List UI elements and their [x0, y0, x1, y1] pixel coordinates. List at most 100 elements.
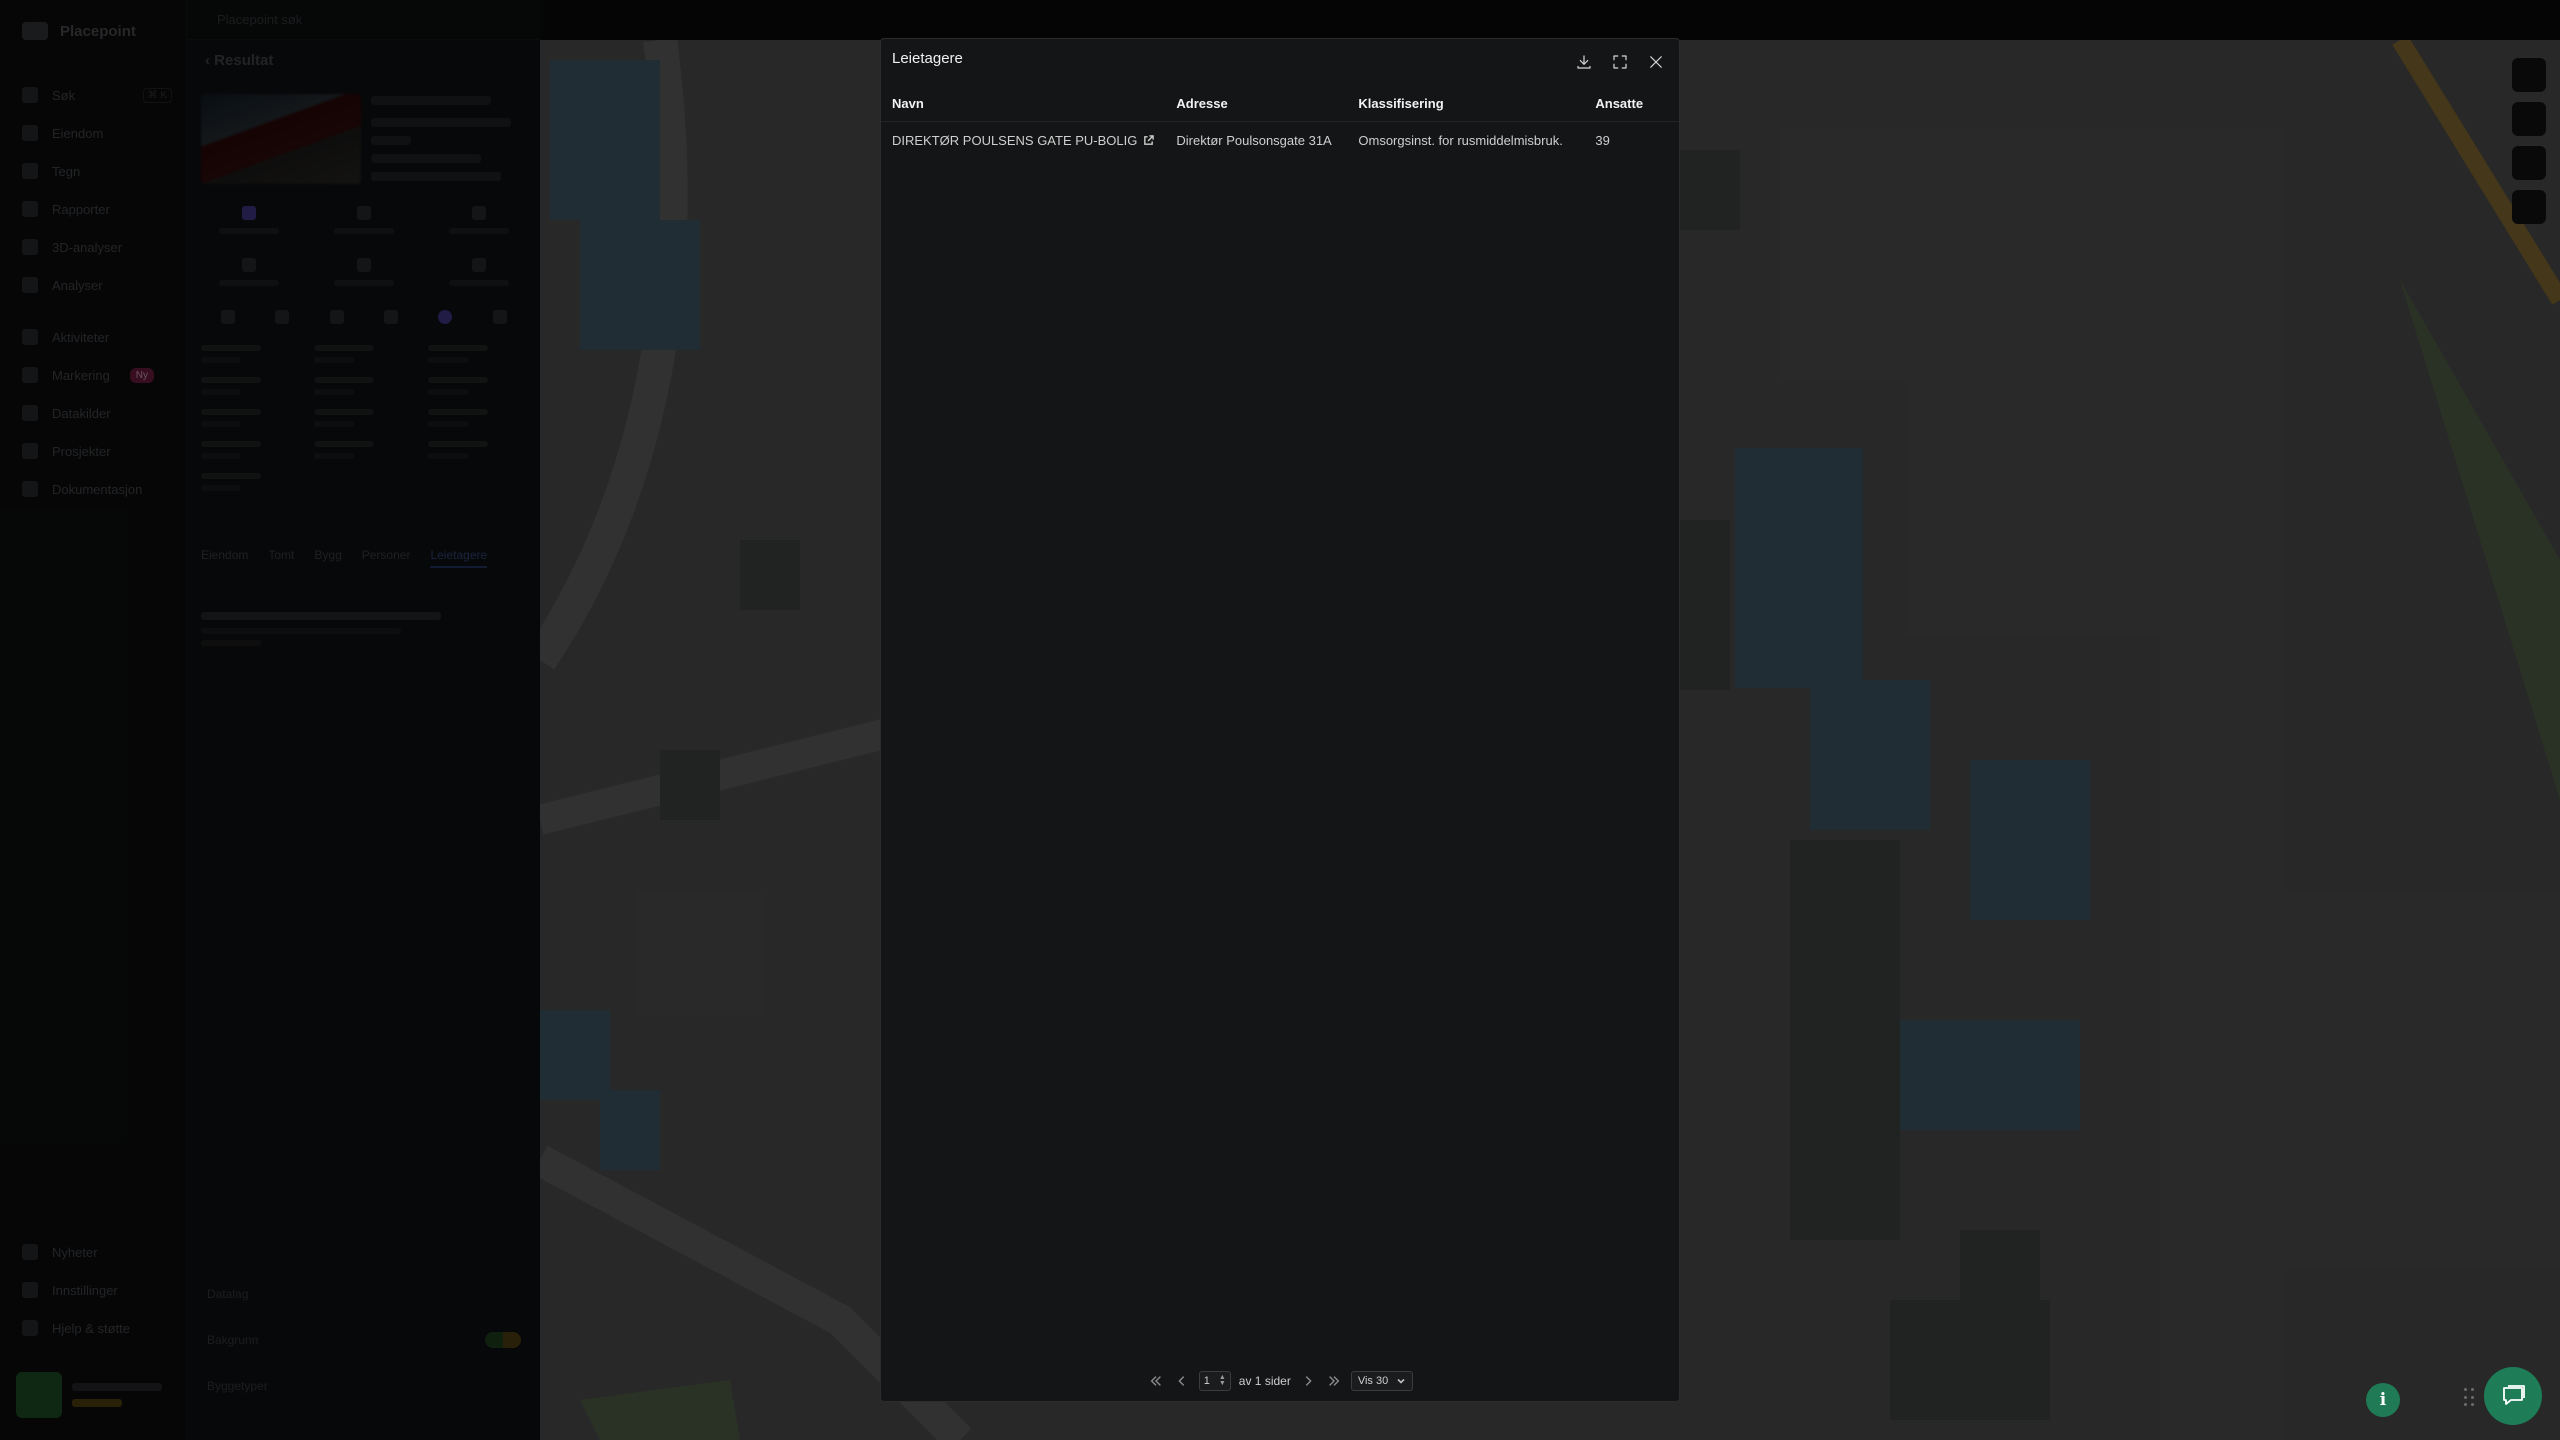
- tenant-employees-cell: 39: [1595, 132, 1610, 148]
- building-types-row[interactable]: Byggetyper: [187, 1362, 541, 1408]
- sidebar-item-docs[interactable]: Dokumentasjon: [22, 470, 172, 508]
- action-button[interactable]: [431, 258, 527, 302]
- tenant-name-link[interactable]: DIREKTØR POULSENS GATE PU-BOLIG: [892, 133, 1137, 148]
- tab-tenants[interactable]: Leietagere: [430, 548, 488, 568]
- logo-icon: [22, 22, 48, 40]
- sidebar-item-property[interactable]: Eiendom: [22, 114, 172, 152]
- map-zoom-control[interactable]: [2512, 58, 2546, 92]
- spinner-icon[interactable]: ▲ ▼: [1219, 1374, 1226, 1387]
- report-icon: [22, 201, 38, 217]
- property-facts: [201, 345, 527, 505]
- column-header-address[interactable]: Adresse: [1165, 87, 1348, 122]
- sidebar-item-label: Markering: [52, 367, 110, 383]
- last-page-button[interactable]: [1325, 1372, 1343, 1390]
- page-count-label: av 1 sider: [1238, 1374, 1291, 1388]
- info-button[interactable]: i: [2366, 1383, 2400, 1417]
- tool-icon[interactable]: [384, 310, 399, 324]
- sidebar-item-search[interactable]: Søk ⌘ K: [22, 76, 172, 114]
- pagination: 1 ▲ ▼ av 1 sider Vis 30: [881, 1371, 1679, 1391]
- action-button[interactable]: [316, 206, 412, 250]
- map-compass-control[interactable]: [2512, 190, 2546, 224]
- sidebar-item-datasources[interactable]: Datakilder: [22, 394, 172, 432]
- sidebar-item-help[interactable]: Hjelp & støtte: [22, 1309, 172, 1347]
- first-page-button[interactable]: [1147, 1372, 1165, 1390]
- tab-persons[interactable]: Personer: [362, 548, 411, 568]
- background-toggle[interactable]: [485, 1331, 521, 1348]
- external-link-icon[interactable]: [1143, 134, 1155, 145]
- tool-icon[interactable]: [438, 310, 453, 324]
- tool-icon[interactable]: [492, 310, 507, 324]
- expand-button[interactable]: [1605, 47, 1635, 77]
- map-layer-control[interactable]: [2512, 102, 2546, 136]
- sidebar: Placepoint Søk ⌘ K Eiendom Tegn Rapporter…: [0, 0, 186, 1440]
- sidebar-item-label: Aktiviteter: [52, 329, 110, 345]
- row-label: Byggetyper: [207, 1378, 268, 1393]
- pen-icon: [22, 163, 38, 179]
- layers-row[interactable]: Datalag: [187, 1270, 541, 1316]
- background-row[interactable]: Bakgrunn: [187, 1316, 541, 1362]
- sidebar-item-label: Prosjekter: [52, 443, 111, 459]
- news-icon: [22, 1244, 38, 1260]
- new-badge: Ny: [129, 367, 155, 383]
- brand[interactable]: Placepoint: [22, 22, 136, 40]
- column-header-classification[interactable]: Klassifisering: [1347, 87, 1585, 122]
- map-locate-control[interactable]: [2512, 146, 2546, 180]
- sidebar-item-analyses[interactable]: Analyser: [22, 266, 172, 304]
- tool-icon[interactable]: [329, 310, 344, 324]
- table-row[interactable]: DIREKTØR POULSENS GATE PU-BOLIG Direktør…: [881, 121, 1679, 159]
- sidebar-item-projects[interactable]: Prosjekter: [22, 432, 172, 470]
- close-button[interactable]: [1641, 47, 1671, 77]
- sidebar-bottom-nav: Nyheter Innstillinger Hjelp & støtte: [22, 1233, 172, 1347]
- drag-handle-icon[interactable]: [2464, 1388, 2476, 1408]
- column-header-employees[interactable]: Ansatte: [1584, 87, 1679, 122]
- search-input[interactable]: Placepoint søk: [217, 12, 302, 27]
- action-button[interactable]: [316, 258, 412, 302]
- user-account[interactable]: [16, 1370, 176, 1420]
- tab-property[interactable]: Eiendom: [201, 548, 248, 568]
- tab-plot[interactable]: Tomt: [268, 548, 294, 568]
- column-header-name[interactable]: Navn: [881, 87, 1166, 122]
- tenant-name-cell[interactable]: DIREKTØR POULSENS GATE PU-BOLIG: [881, 121, 1165, 159]
- more-icon: [472, 258, 486, 272]
- prev-page-button[interactable]: [1173, 1372, 1191, 1390]
- panel-search-bar[interactable]: Placepoint søk: [187, 0, 541, 40]
- report-icon: [357, 258, 371, 272]
- sidebar-item-activities[interactable]: Aktiviteter: [22, 318, 172, 356]
- database-icon: [22, 405, 38, 421]
- map-toolbar: [540, 0, 2560, 40]
- chevron-right-icon: [1305, 1376, 1312, 1386]
- action-button[interactable]: [201, 206, 297, 250]
- bookmark-icon: [472, 206, 486, 220]
- tool-icon[interactable]: [275, 310, 290, 324]
- layers-icon: [242, 258, 256, 272]
- back-button[interactable]: ‹ Resultat: [205, 52, 273, 69]
- action-button[interactable]: [201, 258, 297, 302]
- sidebar-item-label: Tegn: [52, 163, 81, 179]
- tab-buildings[interactable]: Bygg: [314, 548, 341, 568]
- sidebar-item-label: Dokumentasjon: [52, 481, 143, 497]
- chevron-down-icon: [1397, 1378, 1405, 1384]
- chat-button[interactable]: [2484, 1367, 2542, 1425]
- tool-icon[interactable]: [221, 310, 236, 324]
- double-chevron-left-icon: [1150, 1376, 1161, 1386]
- next-page-button[interactable]: [1299, 1372, 1317, 1390]
- page-size-select[interactable]: Vis 30: [1350, 1371, 1414, 1391]
- tenant-classification-cell: Omsorgsinst. for rusmiddelmisbruk.: [1358, 132, 1563, 148]
- building-icon: [22, 125, 38, 141]
- tenant-preview[interactable]: [201, 612, 441, 652]
- sidebar-item-3d[interactable]: 3D-analyser: [22, 228, 172, 266]
- close-icon: [1650, 56, 1662, 68]
- gear-icon: [22, 1282, 38, 1298]
- brand-name: Placepoint: [60, 22, 136, 40]
- modal-actions: [1569, 47, 1671, 77]
- cube-icon: [22, 239, 38, 255]
- sidebar-item-news[interactable]: Nyheter: [22, 1233, 172, 1271]
- page-number-input[interactable]: 1 ▲ ▼: [1198, 1371, 1231, 1391]
- sidebar-item-draw[interactable]: Tegn: [22, 152, 172, 190]
- download-button[interactable]: [1569, 47, 1599, 77]
- action-button[interactable]: [431, 206, 527, 250]
- sidebar-item-reports[interactable]: Rapporter: [22, 190, 172, 228]
- panel-tabs: Eiendom Tomt Bygg Personer Leietagere: [201, 548, 488, 568]
- sidebar-item-marking[interactable]: Markering Ny: [22, 356, 172, 394]
- sidebar-item-settings[interactable]: Innstillinger: [22, 1271, 172, 1309]
